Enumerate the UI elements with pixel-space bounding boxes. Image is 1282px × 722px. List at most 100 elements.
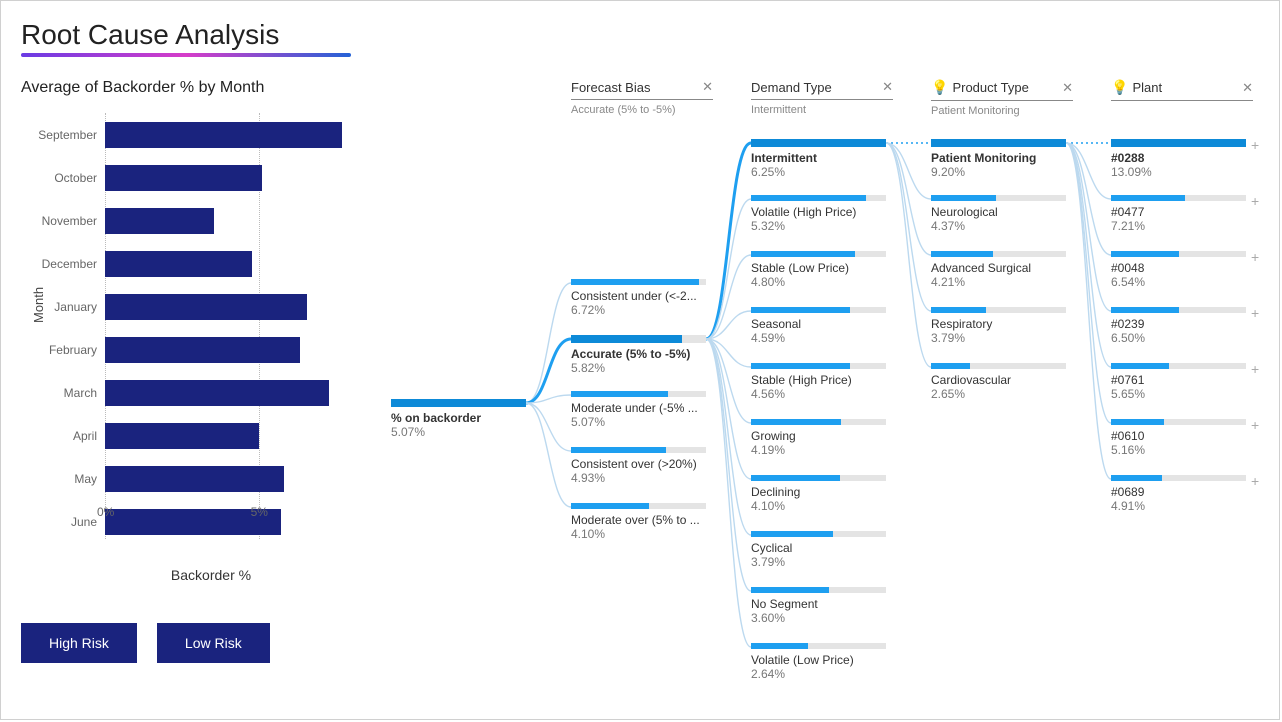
decomp-column-subtitle: Intermittent [751, 104, 893, 116]
x-axis-label: Backorder % [61, 567, 361, 583]
bar-category-label: April [35, 429, 105, 443]
bar-category-label: May [35, 472, 105, 486]
decomp-node-label: Growing [751, 429, 886, 443]
decomp-node-pct: 2.65% [931, 387, 1066, 401]
bar-fill [105, 208, 214, 234]
decomp-node[interactable]: % on backorder5.07% [391, 399, 526, 439]
bar-fill [105, 294, 307, 320]
decomp-node-pct: 3.79% [751, 555, 886, 569]
decomp-node-pct: 4.93% [571, 471, 706, 485]
bar-fill [105, 423, 259, 449]
decomp-node[interactable]: Volatile (High Price)5.32% [751, 195, 886, 233]
decomp-node[interactable]: #00486.54% [1111, 251, 1246, 289]
decomp-node[interactable]: Cyclical3.79% [751, 531, 886, 569]
decomp-node[interactable]: #02396.50% [1111, 307, 1246, 345]
decomp-node[interactable]: Moderate over (5% to ...4.10% [571, 503, 706, 541]
decomp-node[interactable]: Advanced Surgical4.21% [931, 251, 1066, 289]
decomp-column-header[interactable]: 💡Product Type✕ [931, 79, 1073, 101]
decomp-node[interactable]: Neurological4.37% [931, 195, 1066, 233]
decomp-node-pct: 5.16% [1111, 443, 1246, 457]
decomp-node[interactable]: No Segment3.60% [751, 587, 886, 625]
page-title: Root Cause Analysis [21, 19, 1259, 51]
decomp-column-subtitle: Accurate (5% to -5%) [571, 104, 713, 116]
decomp-node-pct: 4.91% [1111, 499, 1246, 513]
expand-plus-icon[interactable]: + [1251, 305, 1259, 321]
decomp-column-name: Product Type [952, 80, 1028, 95]
decomp-node[interactable]: Seasonal4.59% [751, 307, 886, 345]
decomp-node-label: #0761 [1111, 373, 1246, 387]
decomp-node[interactable]: Stable (High Price)4.56% [751, 363, 886, 401]
expand-plus-icon[interactable]: + [1251, 249, 1259, 265]
decomp-node[interactable]: Accurate (5% to -5%)5.82% [571, 335, 706, 375]
decomp-node[interactable]: #07615.65% [1111, 363, 1246, 401]
decomp-node[interactable]: #04777.21% [1111, 195, 1246, 233]
bar-category-label: September [35, 128, 105, 142]
decomp-column-header[interactable]: 💡Plant✕ [1111, 79, 1253, 101]
bar-row: February [105, 330, 361, 370]
decomp-node[interactable]: Cardiovascular2.65% [931, 363, 1066, 401]
decomp-node-label: Respiratory [931, 317, 1066, 331]
decomp-column-header[interactable]: Demand Type✕ [751, 79, 893, 100]
decomp-node-label: Moderate under (-5% ... [571, 401, 706, 415]
expand-plus-icon[interactable]: + [1251, 361, 1259, 377]
decomp-node-label: Advanced Surgical [931, 261, 1066, 275]
decomp-node[interactable]: #06105.16% [1111, 419, 1246, 457]
lightbulb-icon: 💡 [1111, 79, 1128, 95]
close-icon[interactable]: ✕ [882, 79, 893, 95]
decomp-node[interactable]: Declining4.10% [751, 475, 886, 513]
bar-fill [105, 251, 252, 277]
decomp-node-label: Volatile (Low Price) [751, 653, 886, 667]
decomp-node[interactable]: Moderate under (-5% ...5.07% [571, 391, 706, 429]
bar-category-label: June [35, 515, 105, 529]
decomp-node[interactable]: #028813.09% [1111, 139, 1246, 179]
decomp-node-pct: 4.56% [751, 387, 886, 401]
decomp-node-label: % on backorder [391, 411, 526, 425]
decomp-node[interactable]: Volatile (Low Price)2.64% [751, 643, 886, 681]
decomp-node-label: Consistent under (<-2... [571, 289, 706, 303]
decomp-node-pct: 5.07% [391, 425, 526, 439]
expand-plus-icon[interactable]: + [1251, 473, 1259, 489]
decomp-node-label: Moderate over (5% to ... [571, 513, 706, 527]
bar-row: October [105, 158, 361, 198]
decomp-node-label: Declining [751, 485, 886, 499]
decomp-node[interactable]: Consistent under (<-2...6.72% [571, 279, 706, 317]
decomp-node-label: Seasonal [751, 317, 886, 331]
decomp-node[interactable]: Consistent over (>20%)4.93% [571, 447, 706, 485]
decomp-node[interactable]: Growing4.19% [751, 419, 886, 457]
title-underline [21, 53, 351, 57]
decomp-node-pct: 4.37% [931, 219, 1066, 233]
bar-category-label: December [35, 257, 105, 271]
decomp-node-pct: 5.82% [571, 361, 706, 375]
close-icon[interactable]: ✕ [1242, 80, 1253, 96]
decomp-node-label: No Segment [751, 597, 886, 611]
expand-plus-icon[interactable]: + [1251, 137, 1259, 153]
decomp-node-label: Volatile (High Price) [751, 205, 886, 219]
decomp-column-header[interactable]: Forecast Bias✕ [571, 79, 713, 100]
decomp-node[interactable]: Patient Monitoring9.20% [931, 139, 1066, 179]
bar-row: May [105, 459, 361, 499]
decomp-node[interactable]: Stable (Low Price)4.80% [751, 251, 886, 289]
expand-plus-icon[interactable]: + [1251, 193, 1259, 209]
decomp-column-subtitle: Patient Monitoring [931, 105, 1073, 117]
close-icon[interactable]: ✕ [702, 79, 713, 95]
decomp-node-pct: 6.50% [1111, 331, 1246, 345]
close-icon[interactable]: ✕ [1062, 80, 1073, 96]
bar-fill [105, 122, 342, 148]
decomp-node-pct: 3.60% [751, 611, 886, 625]
low-risk-button[interactable]: Low Risk [157, 623, 270, 663]
decomp-node-label: Patient Monitoring [931, 151, 1066, 165]
decomp-node-label: #0477 [1111, 205, 1246, 219]
decomp-node-pct: 3.79% [931, 331, 1066, 345]
expand-plus-icon[interactable]: + [1251, 417, 1259, 433]
decomp-node-pct: 4.19% [751, 443, 886, 457]
decomp-node[interactable]: Respiratory3.79% [931, 307, 1066, 345]
decomp-node-pct: 5.32% [751, 219, 886, 233]
decomp-node-pct: 4.10% [751, 499, 886, 513]
decomp-node-pct: 4.21% [931, 275, 1066, 289]
decomp-node[interactable]: #06894.91% [1111, 475, 1246, 513]
bar-fill [105, 380, 329, 406]
decomp-node[interactable]: Intermittent6.25% [751, 139, 886, 179]
high-risk-button[interactable]: High Risk [21, 623, 137, 663]
decomp-node-pct: 5.65% [1111, 387, 1246, 401]
decomp-node-label: #0048 [1111, 261, 1246, 275]
